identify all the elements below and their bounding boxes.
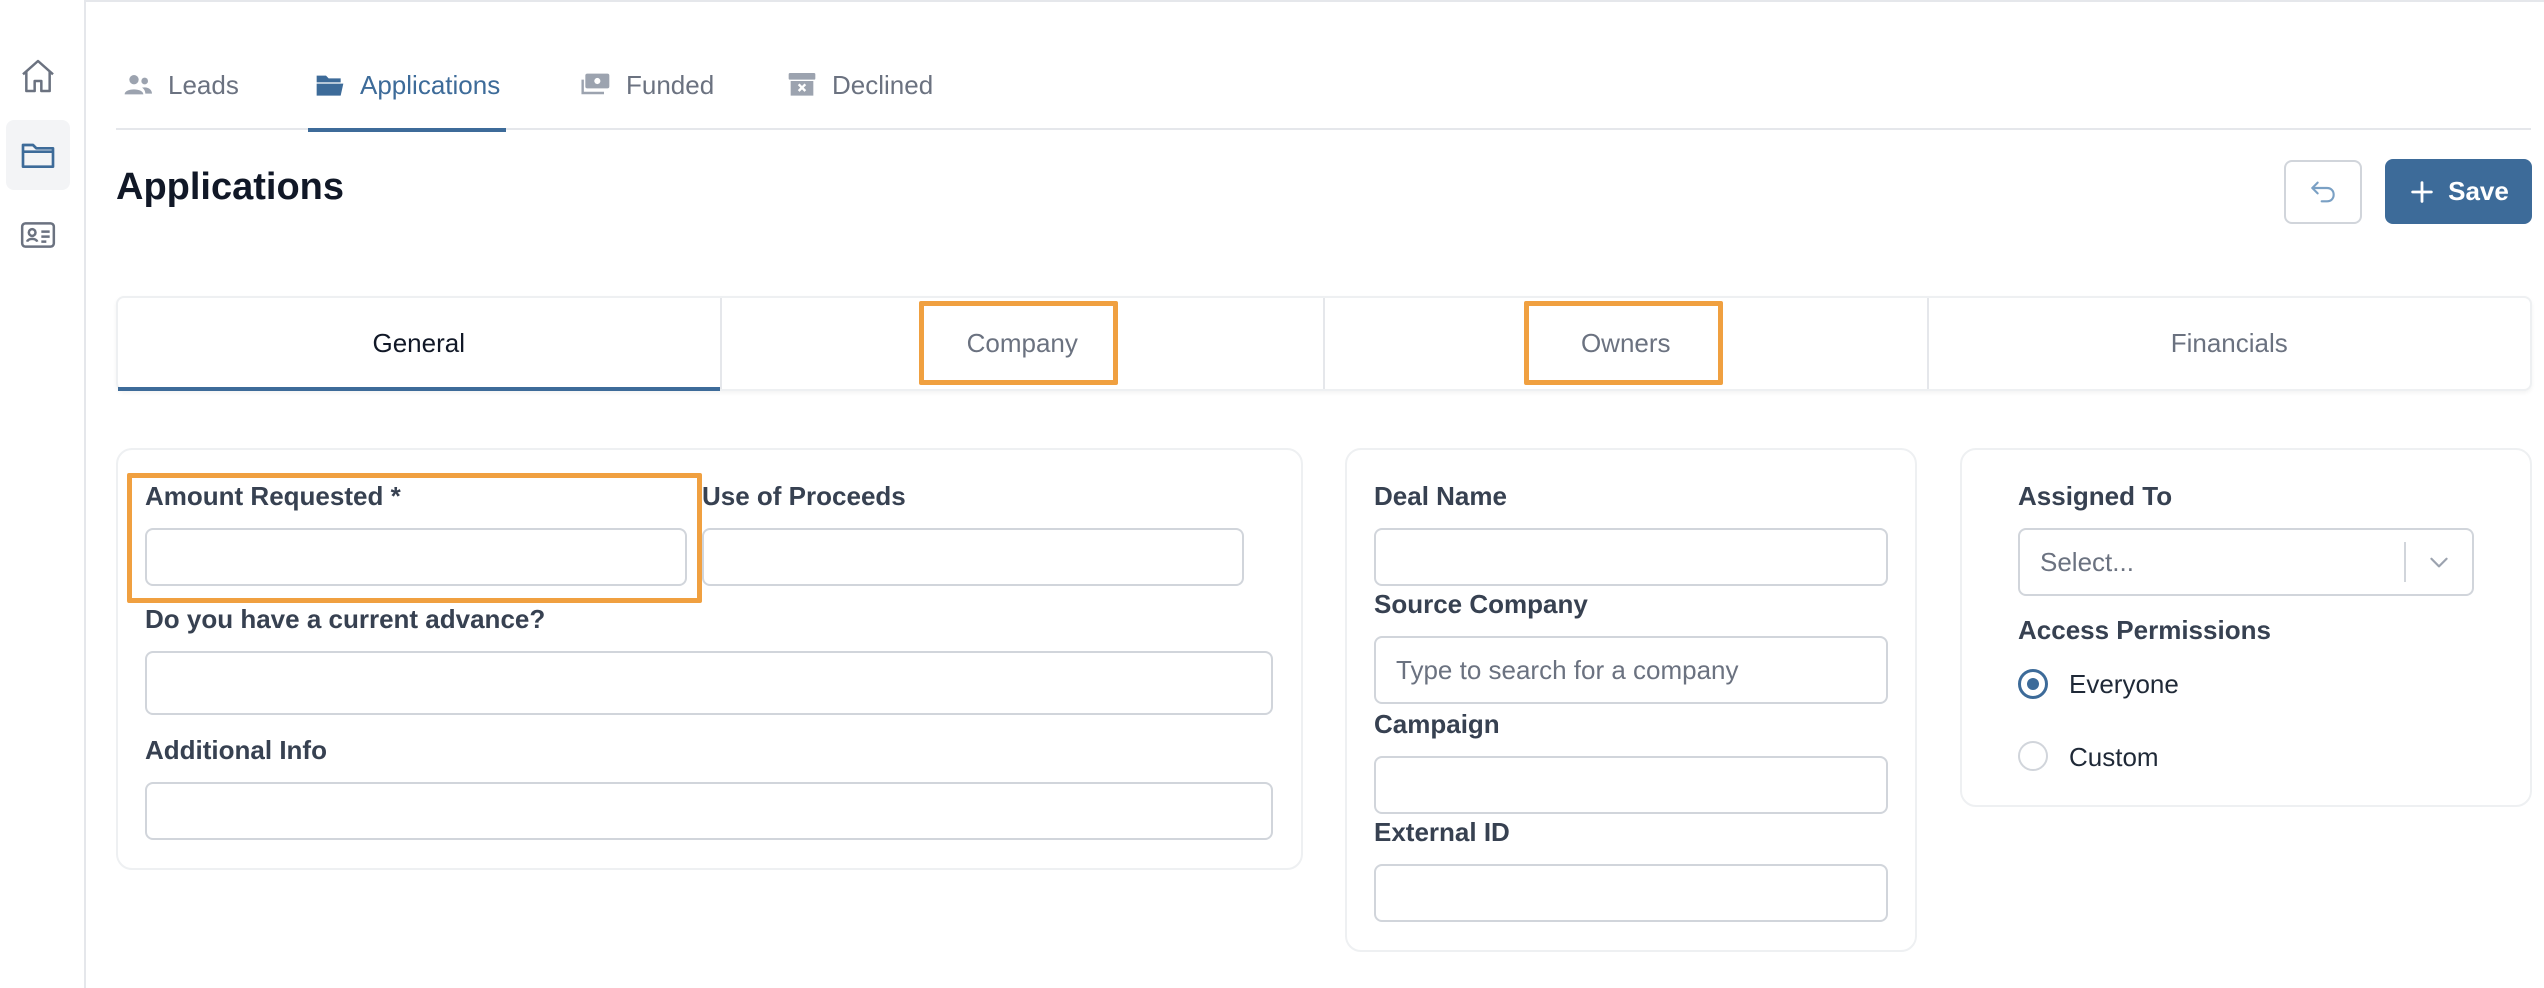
access-permissions-label: Access Permissions (2018, 615, 2271, 645)
main-nav-tabs: Leads Applications Funded Declined (116, 40, 2531, 132)
sidebar-item-applications[interactable] (6, 120, 70, 190)
tab-financials[interactable]: Financials (1929, 298, 2531, 389)
nav-tab-leads[interactable]: Leads (122, 40, 239, 130)
users-icon (124, 75, 152, 95)
form-section-tabs: General Company Owners Financials (116, 296, 2532, 391)
current-advance-input[interactable] (145, 651, 1273, 715)
tab-owners[interactable]: Owners (1325, 298, 1929, 389)
undo-icon (2311, 181, 2335, 203)
page-title: Applications (116, 166, 345, 208)
sidebar-item-home[interactable] (6, 41, 70, 111)
save-button-label: Save (2448, 176, 2509, 206)
home-icon (22, 59, 54, 93)
assigned-to-placeholder: Select... (2040, 546, 2134, 577)
assigned-to-select[interactable]: Select... (2018, 528, 2474, 596)
radio-custom-label: Custom (2069, 742, 2159, 772)
nav-tab-funded[interactable]: Funded (580, 40, 714, 130)
source-company-input[interactable] (1374, 636, 1888, 704)
additional-info-label: Additional Info (145, 735, 327, 765)
nav-tab-label: Funded (626, 69, 715, 100)
archive-x-icon (788, 73, 816, 96)
campaign-input[interactable] (1374, 756, 1888, 814)
sidebar (0, 0, 86, 988)
nav-tab-applications[interactable]: Applications (307, 40, 507, 132)
deal-name-input[interactable] (1374, 528, 1888, 586)
external-id-label: External ID (1374, 817, 1510, 847)
radio-everyone[interactable] (2018, 669, 2048, 699)
assigned-to-label: Assigned To (2018, 481, 2173, 511)
select-toggle[interactable] (2406, 549, 2472, 575)
nav-tab-declined[interactable]: Declined (786, 40, 933, 130)
additional-info-input[interactable] (145, 782, 1273, 840)
external-id-input[interactable] (1374, 864, 1888, 922)
radio-custom[interactable] (2018, 741, 2048, 771)
deal-name-label: Deal Name (1374, 481, 1507, 511)
chevron-down-icon (2430, 557, 2448, 568)
use-of-proceeds-label: Use of Proceeds (702, 481, 906, 511)
id-card-icon (20, 222, 56, 248)
undo-button[interactable] (2284, 160, 2362, 224)
tab-company[interactable]: Company (722, 298, 1325, 389)
radio-everyone-label: Everyone (2069, 669, 2179, 699)
nav-tab-label: Applications (360, 69, 501, 100)
nav-tab-label: Leads (168, 69, 239, 100)
money-icon (581, 73, 610, 95)
sidebar-item-contacts[interactable] (6, 200, 70, 270)
folder-icon (21, 143, 55, 168)
top-border (86, 0, 2544, 2)
current-advance-label: Do you have a current advance? (145, 604, 546, 634)
amount-requested-input[interactable] (145, 528, 687, 586)
save-button[interactable]: Save (2385, 159, 2532, 224)
folder-open-icon (316, 75, 344, 96)
tab-general[interactable]: General (118, 298, 722, 391)
plus-icon (2411, 180, 2433, 203)
use-of-proceeds-input[interactable] (702, 528, 1244, 586)
amount-requested-label: Amount Requested * (145, 481, 401, 511)
source-company-label: Source Company (1374, 589, 1588, 619)
nav-tab-label: Declined (832, 69, 934, 100)
campaign-label: Campaign (1374, 709, 1500, 739)
